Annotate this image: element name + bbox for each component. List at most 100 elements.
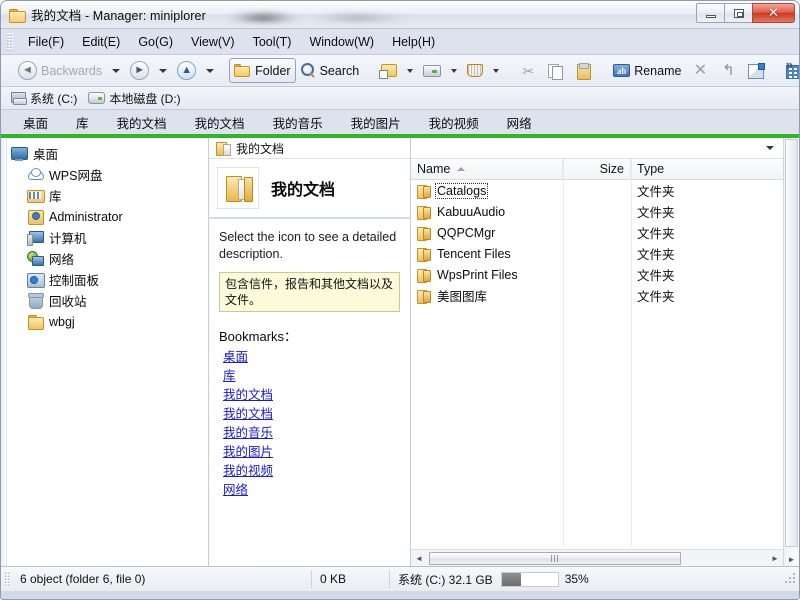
copy-button[interactable]	[542, 58, 570, 83]
bookmark-link-myvideos[interactable]: 我的视频	[209, 462, 410, 481]
menu-tool[interactable]: Tool(T)	[244, 32, 301, 52]
table-row[interactable]: WpsPrint Files 文件夹	[411, 264, 783, 285]
info-breadcrumb[interactable]: 我的文档	[209, 138, 410, 159]
file-list-chevron-down-icon[interactable]	[766, 146, 774, 150]
info-header: 我的文档	[209, 159, 410, 219]
bookmark-link-mydocuments-2[interactable]: 我的文档	[209, 405, 410, 424]
column-header-name[interactable]: Name	[411, 159, 563, 179]
table-row[interactable]: QQPCMgr 文件夹	[411, 222, 783, 243]
vertical-scrollbar[interactable]: ►	[783, 138, 799, 566]
back-button[interactable]: ◄ Backwards	[13, 58, 107, 83]
table-row[interactable]: Tencent Files 文件夹	[411, 243, 783, 264]
folder-icon	[417, 289, 431, 303]
column-header-type[interactable]: Type	[631, 159, 783, 179]
menu-file[interactable]: File(F)	[19, 32, 73, 52]
tab-mypictures[interactable]: 我的图片	[337, 111, 415, 134]
column-label-name: Name	[417, 162, 450, 176]
table-row[interactable]: Catalogs 文件夹	[411, 180, 783, 201]
folder-icon	[417, 184, 431, 198]
search-button[interactable]: Search	[296, 58, 365, 83]
column-label-size: Size	[600, 162, 624, 176]
control-panel-icon	[27, 272, 44, 287]
tab-mydocuments-2[interactable]: 我的文档	[181, 111, 259, 134]
table-row[interactable]: KabuuAudio 文件夹	[411, 201, 783, 222]
drive-item-d[interactable]: 本地磁盘 (D:)	[85, 89, 188, 108]
disk-usage-bar	[501, 572, 559, 587]
forward-button[interactable]: ►	[125, 58, 154, 83]
undo-button[interactable]: ↰	[714, 58, 742, 83]
tab-library[interactable]: 库	[62, 111, 103, 134]
close-button[interactable]: ✕	[752, 3, 795, 23]
drive-button[interactable]	[418, 58, 446, 83]
tab-myvideos[interactable]: 我的视频	[415, 111, 493, 134]
tree-item-recycle-bin[interactable]: 回收站	[1, 290, 208, 311]
new-folder-button[interactable]	[374, 58, 402, 83]
tab-mydocuments-1[interactable]: 我的文档	[103, 111, 181, 134]
drive-chevron-down-icon[interactable]	[451, 69, 457, 73]
cut-button[interactable]: ✂	[514, 58, 542, 83]
menu-go[interactable]: Go(G)	[129, 32, 182, 52]
window-resize-grip[interactable]	[784, 573, 796, 585]
rename-button[interactable]: ab Rename	[608, 58, 686, 83]
tree-item-library[interactable]: 库	[1, 185, 208, 206]
bookmark-link-library[interactable]: 库	[209, 367, 410, 386]
bookmark-link-mypictures[interactable]: 我的图片	[209, 443, 410, 462]
rename-label: Rename	[634, 64, 681, 78]
bookmark-link-network[interactable]: 网络	[209, 481, 410, 500]
minimize-button[interactable]	[696, 3, 725, 23]
new-folder-chevron-down-icon[interactable]	[407, 69, 413, 73]
redacted-title-region	[223, 5, 423, 23]
bookmark-link-desktop[interactable]: 桌面	[209, 348, 410, 367]
file-type-cell: 文件夹	[631, 222, 783, 243]
scroll-right-icon[interactable]: ►	[767, 551, 783, 566]
tree-item-wps-cloud[interactable]: WPS网盘	[1, 164, 208, 185]
tab-mymusic[interactable]: 我的音乐	[259, 111, 337, 134]
delete-button[interactable]: ✕	[686, 58, 714, 83]
back-history-chevron-down-icon[interactable]	[112, 69, 120, 73]
bookmark-link-mymusic[interactable]: 我的音乐	[209, 424, 410, 443]
menu-view[interactable]: View(V)	[182, 32, 244, 52]
menu-window[interactable]: Window(W)	[300, 32, 383, 52]
file-size-cell	[563, 285, 631, 306]
tree-item-computer[interactable]: 计算机	[1, 227, 208, 248]
drive-item-c[interactable]: 系统 (C:)	[7, 89, 85, 108]
maximize-button[interactable]	[724, 3, 753, 23]
menu-edit[interactable]: Edit(E)	[73, 32, 129, 52]
tree-item-desktop[interactable]: 桌面	[1, 143, 208, 164]
horizontal-scrollbar[interactable]: ◄ ►	[411, 549, 783, 566]
basket-button[interactable]	[462, 58, 488, 83]
tree-item-administrator[interactable]: Administrator	[1, 206, 208, 227]
tab-desktop[interactable]: 桌面	[9, 111, 62, 134]
menu-help[interactable]: Help(H)	[383, 32, 444, 52]
info-path-label: 我的文档	[236, 140, 284, 157]
tree-item-network[interactable]: 网络	[1, 248, 208, 269]
toolbar-overflow-icon[interactable]: »	[786, 57, 793, 72]
scroll-left-icon[interactable]: ◄	[411, 551, 427, 566]
paste-button[interactable]	[570, 58, 598, 83]
forward-history-chevron-down-icon[interactable]	[159, 69, 167, 73]
basket-chevron-down-icon[interactable]	[493, 69, 499, 73]
horizontal-scroll-thumb[interactable]	[429, 552, 681, 565]
tree-item-control-panel[interactable]: 控制面板	[1, 269, 208, 290]
column-header-size[interactable]: Size	[563, 159, 631, 179]
delete-icon: ✕	[691, 63, 709, 79]
window-title: 我的文档 - Manager: miniplorer	[31, 5, 206, 24]
status-selected-size: 0 KB	[312, 570, 390, 588]
bookmark-link-mydocuments-1[interactable]: 我的文档	[209, 386, 410, 405]
up-history-chevron-down-icon[interactable]	[206, 69, 214, 73]
file-size-cell	[563, 264, 631, 285]
tree-item-wbgj[interactable]: wbgj	[1, 311, 208, 332]
my-documents-large-icon[interactable]	[217, 167, 259, 209]
folder-pane-button[interactable]: Folder	[229, 58, 295, 83]
scroll-down-icon[interactable]: ►	[784, 555, 799, 564]
vertical-scroll-thumb[interactable]	[785, 139, 798, 547]
file-list-column-headers: Name Size Type	[411, 159, 783, 180]
up-button[interactable]: ▲	[172, 58, 201, 83]
drive-icon	[423, 65, 441, 77]
properties-button[interactable]	[742, 58, 770, 83]
menu-gripper[interactable]	[7, 33, 13, 51]
table-row[interactable]: 美图图库 文件夹	[411, 285, 783, 306]
horizontal-scroll-track[interactable]	[427, 551, 767, 566]
tab-network[interactable]: 网络	[493, 111, 546, 134]
status-gripper	[5, 571, 10, 587]
